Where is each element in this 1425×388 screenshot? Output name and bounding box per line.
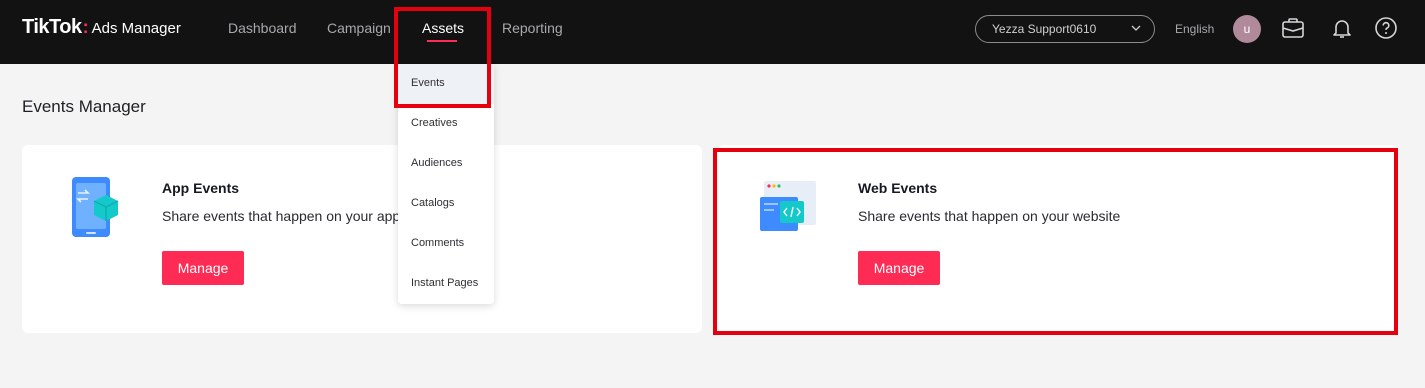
menu-item-instant-pages[interactable]: Instant Pages <box>398 264 494 304</box>
logo-brand: TikTok <box>22 16 82 38</box>
page-title: Events Manager <box>22 97 146 116</box>
chevron-down-icon <box>1131 25 1141 31</box>
nav-assets[interactable]: Assets <box>422 20 464 36</box>
nav-assets-active-underline <box>427 40 457 42</box>
app-events-card: App Events Share events that happen on y… <box>22 145 702 333</box>
help-icon[interactable] <box>1374 16 1398 40</box>
avatar[interactable]: u <box>1233 15 1261 43</box>
logo-colon: : <box>82 17 89 37</box>
assets-dropdown-menu: Events Creatives Audiences Catalogs Comm… <box>398 64 494 304</box>
menu-item-creatives[interactable]: Creatives <box>398 104 494 144</box>
menu-item-audiences[interactable]: Audiences <box>398 144 494 184</box>
app-phone-icon <box>72 177 119 237</box>
web-events-card: Web Events Share events that happen on y… <box>718 145 1398 333</box>
web-events-description: Share events that happen on your website <box>858 208 1121 224</box>
app-events-title: App Events <box>162 180 240 196</box>
menu-item-catalogs[interactable]: Catalogs <box>398 184 494 224</box>
account-name: Yezza Support0610 <box>992 22 1097 36</box>
web-events-title: Web Events <box>858 180 938 196</box>
nav-dashboard[interactable]: Dashboard <box>228 20 297 36</box>
logo-product: Ads Manager <box>91 20 181 37</box>
top-nav-bar: TikTok : Ads Manager Dashboard Campaign … <box>0 0 1425 64</box>
web-browser-icon <box>760 181 816 231</box>
menu-item-comments[interactable]: Comments <box>398 224 494 264</box>
notification-bell-icon[interactable] <box>1330 16 1354 40</box>
web-events-manage-button[interactable]: Manage <box>858 251 940 285</box>
menu-item-events[interactable]: Events <box>398 64 494 104</box>
language-selector[interactable]: English <box>1175 22 1214 36</box>
tiktok-ads-manager-logo[interactable]: TikTok : Ads Manager <box>22 16 181 39</box>
nav-reporting[interactable]: Reporting <box>502 20 563 36</box>
account-selector[interactable]: Yezza Support0610 <box>975 15 1155 43</box>
app-events-description: Share events that happen on your app <box>162 208 401 224</box>
briefcase-icon[interactable] <box>1281 16 1305 40</box>
app-events-manage-button[interactable]: Manage <box>162 251 244 285</box>
nav-campaign[interactable]: Campaign <box>327 20 391 36</box>
